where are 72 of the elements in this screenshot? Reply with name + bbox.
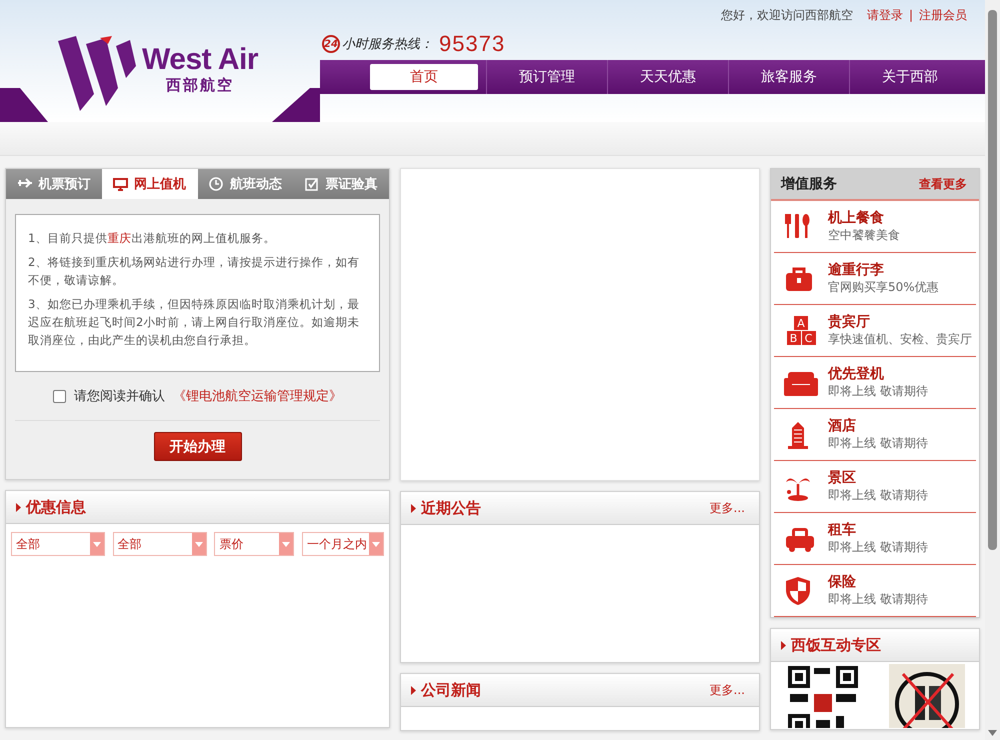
service-title: 租车 [828, 521, 857, 539]
notice-text: 2、将链接到重庆机场网站进行办理，请按提示进行操作，如有不便，敬请谅解。 [28, 254, 360, 289]
more-link[interactable]: 更多... [710, 500, 745, 516]
nav-item[interactable]: 关于西部 [849, 60, 970, 94]
service-item[interactable]: 逾重行李 官网购买享50%优惠 [774, 253, 976, 305]
service-item[interactable]: 酒店 即将上线 敬请期待 [774, 409, 976, 461]
nav-item[interactable]: 预订管理 [486, 60, 607, 94]
service-item[interactable]: 租车 即将上线 敬请期待 [774, 513, 976, 565]
nav-item[interactable]: 首页 [370, 64, 478, 90]
hotline-number: 95373 [439, 31, 506, 57]
booking-tab[interactable]: 票证验真 [293, 169, 389, 199]
service-title: 逾重行李 [828, 261, 885, 279]
logo-subtitle: 西部航空 [166, 76, 234, 95]
scrollbar-thumb[interactable] [988, 10, 997, 550]
nav-item[interactable]: 天天优惠 [607, 60, 728, 94]
triangle-icon [411, 686, 416, 694]
panel-title: 增值服务 [781, 175, 837, 193]
logo-text: West Air [142, 44, 258, 76]
header-band-drawing [0, 88, 48, 122]
service-title: 酒店 [828, 417, 857, 435]
service-subtitle: 官网购买享50%优惠 [828, 279, 939, 296]
service-title: 优先登机 [828, 365, 885, 383]
more-link[interactable]: 查看更多 [919, 176, 967, 192]
service-item[interactable]: A B C 贵宾厅 享快速值机、安检、贵宾厅 [774, 305, 976, 357]
service-title: 保险 [828, 573, 857, 591]
service-subtitle: 即将上线 敬请期待 [828, 435, 928, 452]
filter-dropdown[interactable]: 全部 [11, 532, 105, 556]
filter-dropdown[interactable]: 全部 [112, 532, 207, 556]
filter-dropdown[interactable]: 一个月之内 [302, 532, 384, 556]
separator-text: | [908, 8, 913, 22]
service-subtitle: 即将上线 敬请期待 [828, 539, 928, 556]
greeting-text: 您好，欢迎访问西部航空 [720, 6, 853, 24]
confirm-label: 请您阅读并确认 [74, 388, 165, 405]
service-title: 机上餐食 [828, 209, 885, 227]
monitor-icon [113, 177, 130, 191]
service-subtitle: 即将上线 敬请期待 [828, 487, 928, 504]
register-link[interactable]: 注册会员 [919, 6, 967, 24]
booking-tab[interactable]: 航班动态 [198, 169, 294, 199]
service-title: 景区 [828, 469, 857, 487]
header-band-drawing [272, 88, 320, 122]
hotline-badge: 24 [322, 35, 340, 53]
panel-title: 近期公告 [421, 498, 481, 518]
booking-tab[interactable]: 网上值机 [102, 169, 198, 199]
service-item[interactable]: 景区 即将上线 敬请期待 [774, 461, 976, 513]
service-item[interactable]: 保险 即将上线 敬请期待 [774, 565, 976, 617]
clock-icon [208, 177, 225, 191]
service-item[interactable]: 机上餐食 空中饕餮美食 [774, 201, 976, 253]
service-subtitle: 即将上线 敬请期待 [828, 383, 928, 400]
scroll-down-icon [988, 730, 997, 736]
login-link[interactable]: 请登录 [866, 6, 903, 24]
checkbox[interactable] [53, 390, 66, 402]
triangle-icon [16, 502, 21, 512]
service-subtitle: 即将上线 敬请期待 [828, 591, 928, 608]
panel-title: 公司新闻 [421, 680, 481, 700]
service-title: 贵宾厅 [828, 313, 871, 331]
hotline-label: 小时服务热线： [342, 36, 433, 53]
filter-dropdown[interactable]: 票价 [214, 532, 294, 556]
service-item[interactable]: 优先登机 即将上线 敬请期待 [774, 357, 976, 409]
more-link[interactable]: 更多... [710, 682, 745, 698]
checkbox-icon [304, 177, 321, 191]
service-subtitle: 享快速值机、安检、贵宾厅 [828, 331, 972, 348]
start-button[interactable]: 开始办理 [154, 432, 242, 461]
notice-text: 1、目前只提供重庆出港航班的网上值机服务。 [28, 230, 276, 247]
triangle-icon [411, 504, 416, 512]
nav-item[interactable]: 旅客服务 [728, 60, 849, 94]
panel-title: 西饭互动专区 [791, 636, 881, 654]
regulation-link[interactable]: 《锂电池航空运输管理规定》 [173, 387, 342, 405]
notice-text: 3、如您已办理乘机手续，但因特殊原因临时取消乘机计划，最迟应在航班起飞时间2小时前，请上网自行取消座位。如逾期未取消座位，由此产生的误机由您自行承担。 [28, 296, 360, 349]
triangle-icon [781, 640, 786, 650]
panel-title: 优惠信息 [26, 498, 86, 516]
booking-tab[interactable]: 机票预订 [6, 169, 102, 199]
service-subtitle: 空中饕餮美食 [828, 227, 900, 244]
